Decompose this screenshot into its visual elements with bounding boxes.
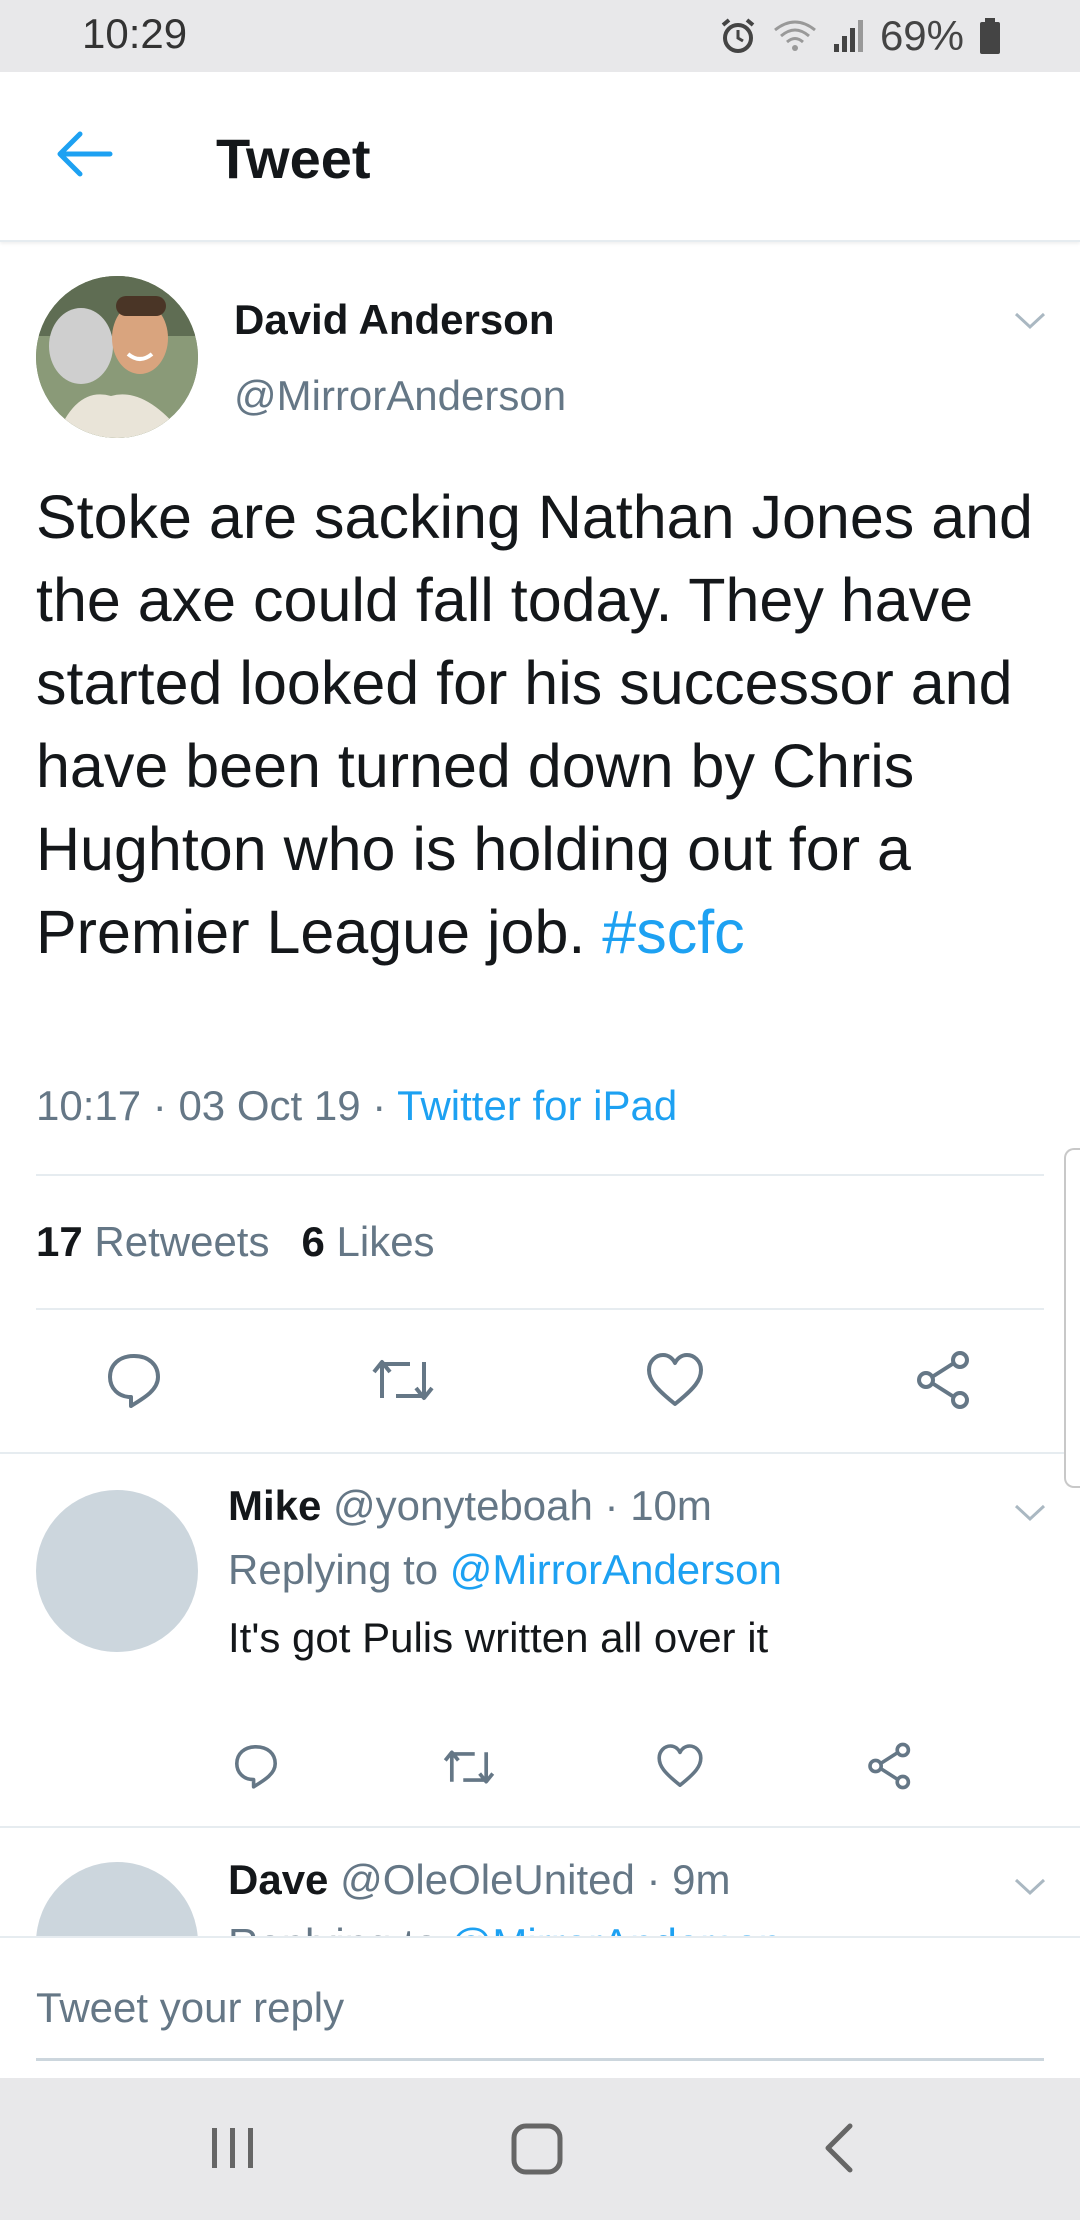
reply-author-handle[interactable]: @yonyteboah: [333, 1482, 593, 1529]
like-label: Likes: [336, 1218, 435, 1265]
retweet-label: Retweets: [94, 1218, 270, 1265]
reply-icon[interactable]: [104, 1350, 164, 1410]
likes-stat[interactable]: 6 Likes: [301, 1218, 434, 1265]
reply-avatar[interactable]: [36, 1490, 198, 1652]
like-heart-icon[interactable]: [645, 1350, 705, 1410]
reply-item: Dave @OleOleUnited · 9m Replying to @Mir…: [0, 1828, 1080, 1936]
author-avatar[interactable]: [36, 276, 198, 438]
retweets-stat[interactable]: 17 Retweets: [36, 1218, 269, 1265]
battery-icon: [978, 16, 1002, 56]
tweet-date: 03 Oct 19: [178, 1082, 361, 1129]
back-icon[interactable]: [818, 2118, 862, 2183]
author-name[interactable]: David Anderson: [234, 296, 555, 344]
divider: [36, 1174, 1044, 1176]
reply-author-handle[interactable]: @OleOleUnited: [340, 1856, 635, 1903]
replying-to-link[interactable]: @MirrorAnderson: [450, 1546, 782, 1593]
retweet-count: 17: [36, 1218, 83, 1265]
tweet-body: Stoke are sacking Nathan Jones and the a…: [36, 483, 1033, 966]
back-arrow-icon[interactable]: [52, 122, 116, 186]
retweet-icon[interactable]: [442, 1744, 496, 1790]
tweet-time: 10:17: [36, 1082, 142, 1129]
chevron-down-icon[interactable]: [1010, 1866, 1050, 1906]
alarm-icon: [718, 16, 758, 56]
replying-label: Replying to: [228, 1546, 439, 1593]
reply-icon[interactable]: [232, 1742, 280, 1790]
battery-percent: 69%: [879, 12, 964, 59]
reply-header: Dave @OleOleUnited · 9m: [228, 1856, 731, 1903]
reply-author-name[interactable]: Mike: [228, 1482, 321, 1529]
reply-age: 10m: [630, 1482, 712, 1529]
author-handle[interactable]: @MirrorAnderson: [234, 372, 566, 420]
like-heart-icon[interactable]: [656, 1742, 704, 1790]
reply-compose-bar[interactable]: Tweet your reply: [0, 1936, 1080, 2078]
home-icon[interactable]: [508, 2118, 568, 2183]
reply-avatar[interactable]: [36, 1862, 198, 1936]
divider: [36, 1308, 1044, 1310]
reply-header: Mike @yonyteboah · 10m: [228, 1482, 712, 1529]
tweet-source-link[interactable]: Twitter for iPad: [397, 1082, 677, 1129]
replying-label: Replying to: [228, 1920, 438, 1936]
signal-icon: [832, 16, 866, 56]
reply-text: It's got Pulis written all over it: [228, 1614, 769, 1661]
chevron-down-icon[interactable]: [1010, 300, 1050, 340]
tweet-meta: 10:17 · 03 Oct 19 · Twitter for iPad: [36, 1082, 678, 1129]
replying-to: Replying to @MirrorAnderson: [228, 1920, 782, 1936]
wifi-icon: [772, 16, 818, 56]
tweet-text: Stoke are sacking Nathan Jones and the a…: [36, 476, 1046, 974]
hashtag-link[interactable]: #scfc: [602, 898, 744, 966]
page-title: Tweet: [216, 127, 371, 190]
recent-apps-icon[interactable]: [208, 2118, 258, 2183]
retweet-icon[interactable]: [370, 1352, 436, 1408]
reply-input[interactable]: Tweet your reply: [36, 1984, 344, 2032]
reply-age: 9m: [672, 1856, 731, 1903]
tweet-stats: 17 Retweets 6 Likes: [36, 1218, 435, 1266]
app-bar: Tweet: [0, 72, 1080, 242]
like-count: 6: [301, 1218, 325, 1265]
replying-to-link[interactable]: @MirrorAnderson: [450, 1920, 782, 1936]
chevron-down-icon[interactable]: [1010, 1492, 1050, 1532]
divider: [0, 1452, 1080, 1454]
system-nav-bar: [0, 2078, 1080, 2220]
reply-author-name[interactable]: Dave: [228, 1856, 328, 1903]
share-icon[interactable]: [866, 1742, 914, 1790]
share-icon[interactable]: [914, 1350, 974, 1410]
input-underline: [36, 2058, 1044, 2061]
replying-to: Replying to @MirrorAnderson: [228, 1546, 782, 1594]
scroll-handle[interactable]: [1064, 1148, 1080, 1488]
status-time: 10:29: [82, 10, 188, 57]
status-bar: 10:29 69%: [0, 0, 1080, 72]
